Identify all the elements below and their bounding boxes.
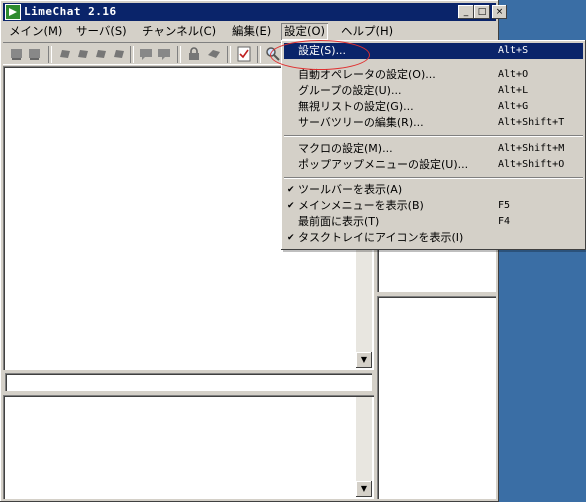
- check-icon: ✔: [287, 201, 295, 211]
- server-tree-pane[interactable]: [377, 296, 496, 499]
- scroll-down-arrow[interactable]: ▼: [356, 352, 372, 368]
- window-title: LimeChat 2.16: [24, 5, 117, 18]
- toolbar-separator: [227, 46, 231, 63]
- checklist-icon[interactable]: [236, 46, 252, 62]
- menu-channel[interactable]: チャンネル(C): [139, 23, 219, 40]
- menu-server[interactable]: サーバ(S): [73, 23, 130, 40]
- lock-icon[interactable]: [186, 46, 202, 62]
- title-bar[interactable]: LimeChat 2.16 _ □ ×: [3, 3, 507, 21]
- maximize-button[interactable]: □: [474, 5, 490, 19]
- toolbar-icon[interactable]: [57, 46, 73, 62]
- menu-item-show-main-menu[interactable]: ✔ メインメニューを表示(B) F5: [284, 198, 583, 214]
- menu-item-show-toolbar[interactable]: ✔ ツールバーを表示(A): [284, 182, 583, 198]
- menu-item-popup-menu-settings[interactable]: ポップアップメニューの設定(U)... Alt+Shift+O: [284, 157, 583, 173]
- toolbar-separator: [257, 46, 261, 63]
- toolbar-icon[interactable]: [75, 46, 91, 62]
- scroll-down-arrow[interactable]: ▼: [356, 481, 372, 497]
- settings-dropdown-menu: 設定(S)... Alt+S 自動オペレータの設定(O)... Alt+O グル…: [281, 40, 586, 250]
- menu-bar: メイン(M) サーバ(S) チャンネル(C) 編集(E) 設定(O) ヘルプ(H…: [3, 22, 496, 41]
- toolbar-icon[interactable]: [206, 46, 222, 62]
- toolbar-icon[interactable]: [111, 46, 127, 62]
- toolbar-icon[interactable]: [156, 46, 172, 62]
- toolbar-icon[interactable]: [138, 46, 154, 62]
- server-icon[interactable]: [9, 46, 25, 62]
- annotation-ellipse: [270, 40, 370, 70]
- close-button[interactable]: ×: [492, 5, 507, 19]
- toolbar-separator: [130, 46, 134, 63]
- menu-item-tray-icon[interactable]: ✔ タスクトレイにアイコンを表示(I): [284, 230, 583, 246]
- console-log-pane[interactable]: ▼: [3, 395, 374, 499]
- menu-item-always-on-top[interactable]: 最前面に表示(T) F4: [284, 214, 583, 230]
- menu-help[interactable]: ヘルプ(H): [338, 23, 396, 40]
- app-icon: [5, 4, 21, 20]
- menu-separator: [284, 177, 583, 179]
- message-input[interactable]: [5, 373, 372, 391]
- menu-settings[interactable]: 設定(O): [281, 23, 328, 40]
- console-log-scrollbar[interactable]: ▼: [356, 397, 372, 497]
- toolbar-separator: [177, 46, 181, 63]
- menu-separator: [284, 135, 583, 137]
- toolbar-icon[interactable]: [93, 46, 109, 62]
- server-icon[interactable]: [27, 46, 43, 62]
- check-icon: ✔: [287, 185, 295, 195]
- menu-main[interactable]: メイン(M): [6, 23, 65, 40]
- toolbar-separator: [48, 46, 52, 63]
- menu-item-group-settings[interactable]: グループの設定(U)... Alt+L: [284, 83, 583, 99]
- menu-item-ignore-list[interactable]: 無視リストの設定(G)... Alt+G: [284, 99, 583, 115]
- check-icon: ✔: [287, 233, 295, 243]
- menu-item-macro-settings[interactable]: マクロの設定(M)... Alt+Shift+M: [284, 141, 583, 157]
- menu-edit[interactable]: 編集(E): [229, 23, 274, 40]
- minimize-button[interactable]: _: [458, 5, 474, 19]
- menu-item-server-tree-edit[interactable]: サーバツリーの編集(R)... Alt+Shift+T: [284, 115, 583, 131]
